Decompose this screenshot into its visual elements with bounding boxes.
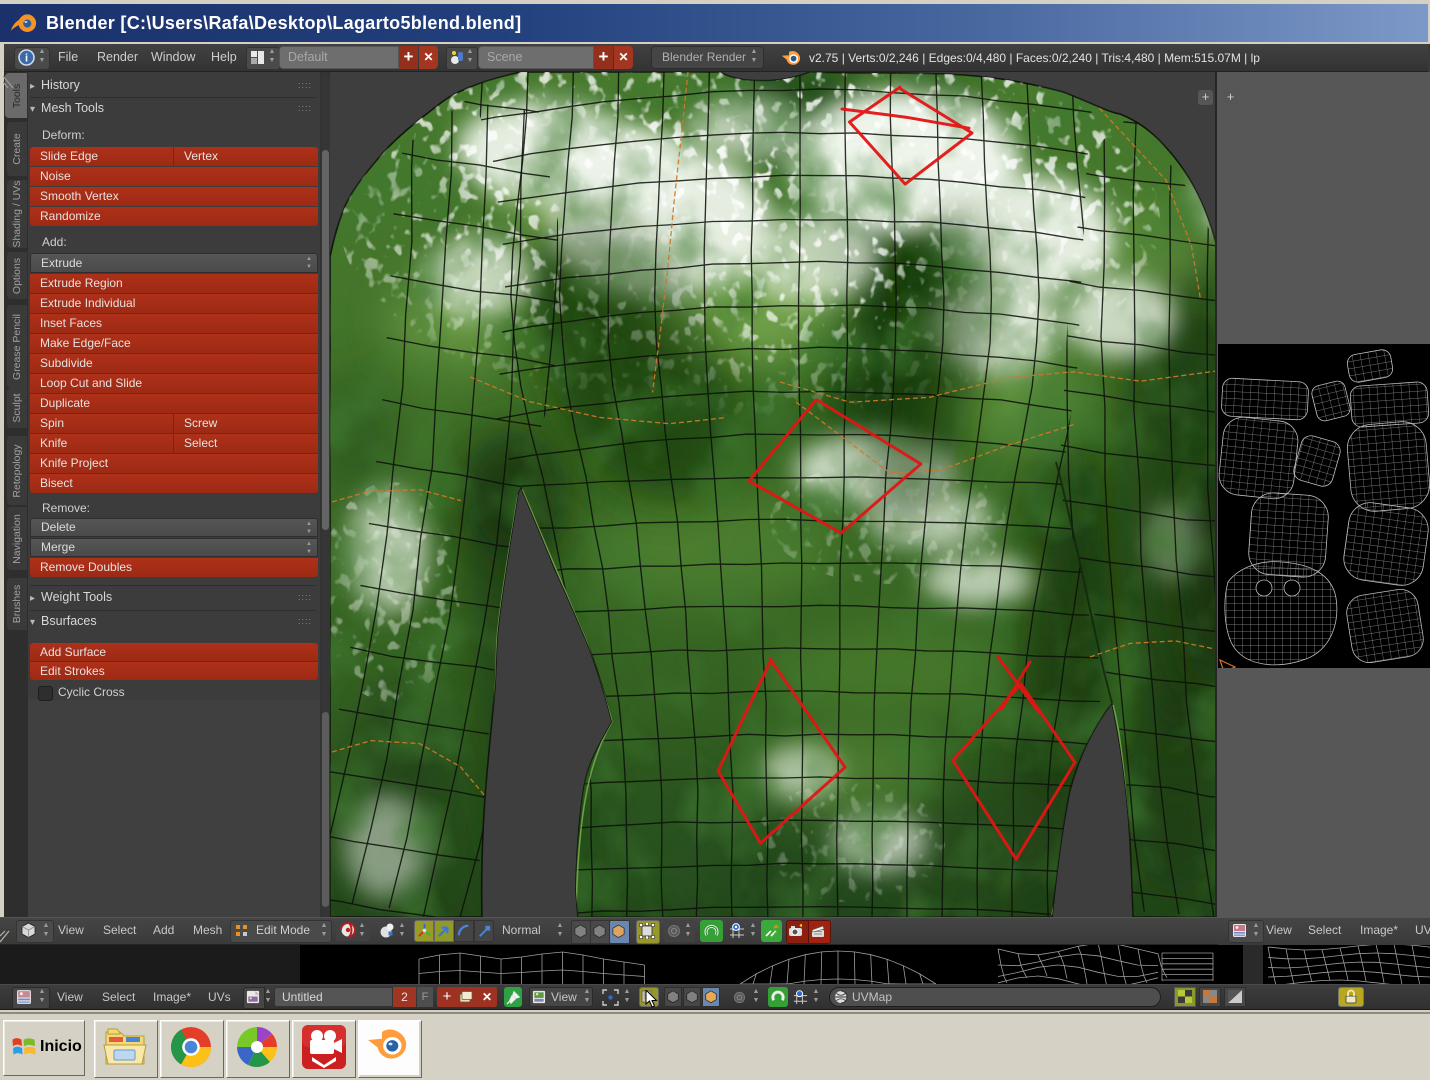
svg-text:i: i	[25, 53, 28, 65]
